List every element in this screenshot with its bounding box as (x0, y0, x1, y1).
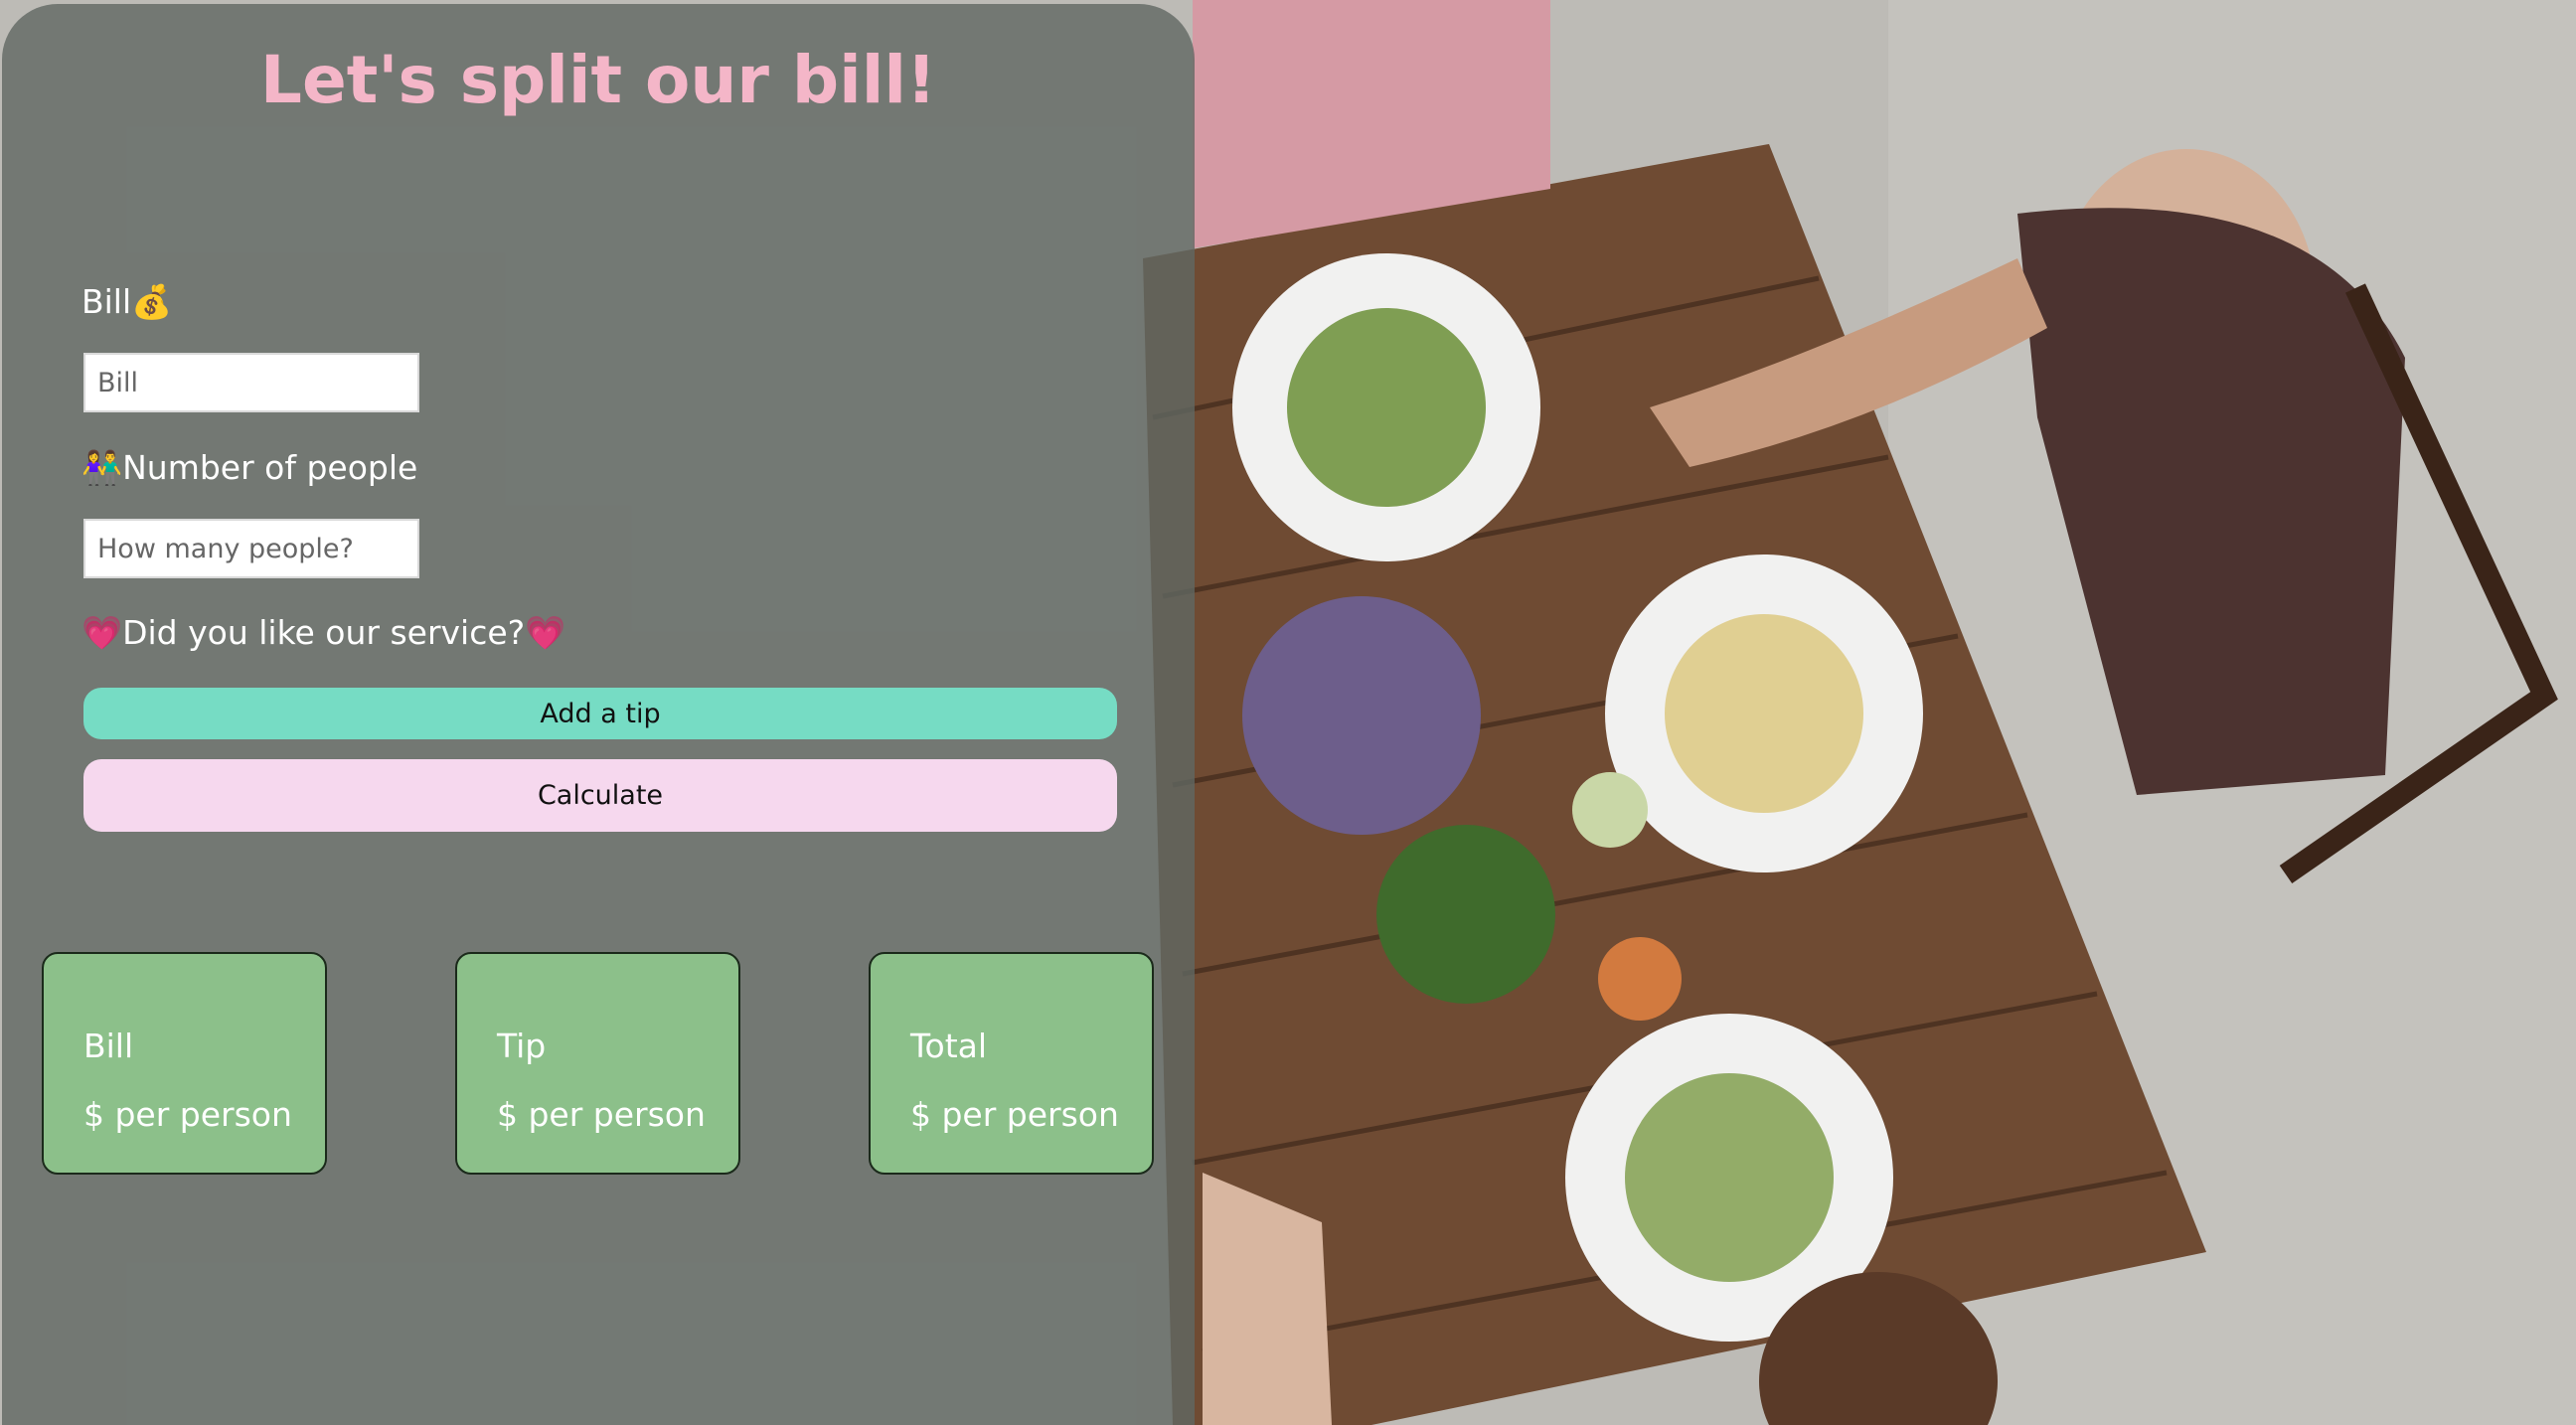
number-of-people-label: 👫Number of people (81, 448, 418, 487)
card-title: Bill (83, 1027, 134, 1065)
add-tip-button[interactable]: Add a tip (83, 688, 1117, 739)
card-title: Total (910, 1027, 988, 1065)
card-value: $ per person (497, 1095, 706, 1134)
card-value: $ per person (910, 1095, 1119, 1134)
bill-input[interactable] (83, 353, 419, 412)
service-question-label: 💗Did you like our service?💗 (81, 613, 566, 652)
page-title: Let's split our bill! (259, 42, 937, 118)
card-title: Tip (497, 1027, 547, 1065)
calculate-button[interactable]: Calculate (83, 759, 1117, 832)
tip-per-person-card: Tip $ per person (455, 952, 740, 1175)
total-per-person-card: Total $ per person (869, 952, 1154, 1175)
card-value: $ per person (83, 1095, 292, 1134)
bill-per-person-card: Bill $ per person (42, 952, 327, 1175)
bill-label: Bill💰 (81, 282, 173, 321)
people-input[interactable] (83, 519, 419, 578)
bill-splitter-panel: Let's split our bill! Bill💰 👫Number of p… (2, 4, 1195, 1425)
